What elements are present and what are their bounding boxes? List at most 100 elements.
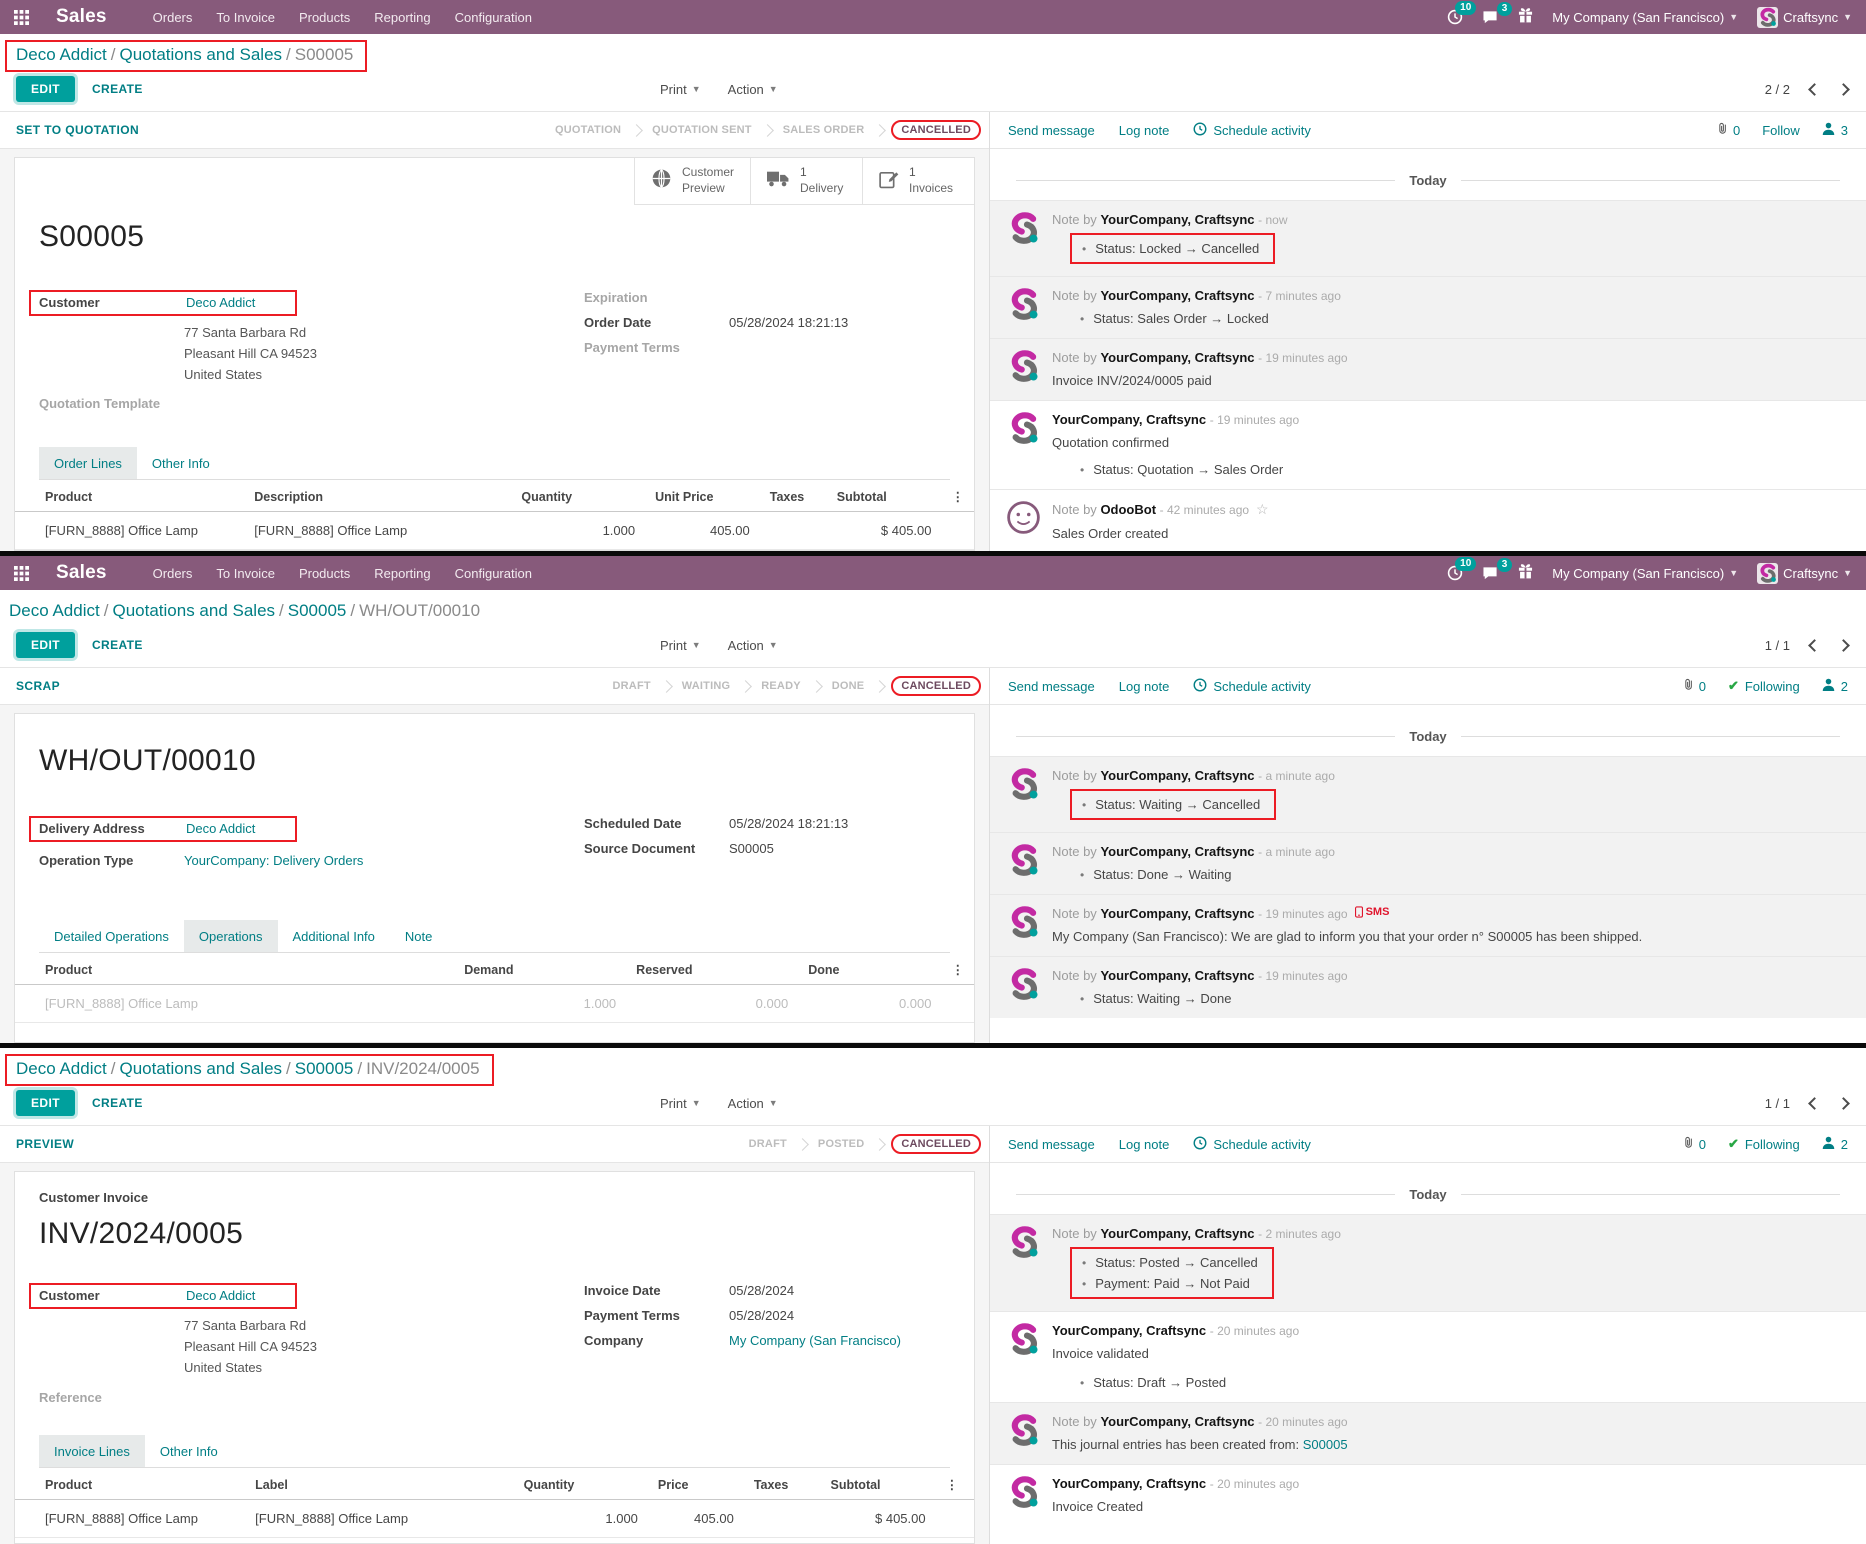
edit-button[interactable]: EDIT [16, 76, 75, 102]
log-note-button[interactable]: Log note [1119, 679, 1170, 694]
menu-configuration[interactable]: Configuration [443, 566, 544, 581]
tab-operations[interactable]: Operations [184, 920, 278, 952]
status-done[interactable]: DONE [821, 680, 876, 692]
status-quotation-sent[interactable]: QUOTATION SENT [641, 124, 763, 136]
followers-button[interactable]: 3 [1822, 122, 1848, 138]
customer-link[interactable]: Deco Addict [186, 1288, 255, 1303]
customer-preview-button[interactable]: CustomerPreview [635, 158, 750, 204]
delivery-address-link[interactable]: Deco Addict [186, 821, 255, 836]
menu-to-invoice[interactable]: To Invoice [204, 566, 287, 581]
breadcrumb-link-customer[interactable]: Deco Addict [16, 45, 107, 64]
user-menu[interactable]: Craftsync▼ [1757, 7, 1852, 28]
optional-columns-icon[interactable]: ⋮ [936, 1468, 974, 1500]
schedule-activity-button[interactable]: Schedule activity [1193, 122, 1311, 139]
menu-products[interactable]: Products [287, 566, 362, 581]
breadcrumb-link-quotations[interactable]: Quotations and Sales [119, 45, 282, 64]
breadcrumb-link-quotations[interactable]: Quotations and Sales [112, 601, 275, 620]
action-menu[interactable]: Action▼ [728, 82, 778, 97]
tab-note[interactable]: Note [390, 920, 447, 952]
messages-icon[interactable]: 3 [1482, 10, 1499, 25]
status-quotation[interactable]: QUOTATION [544, 124, 632, 136]
customer-link[interactable]: Deco Addict [186, 295, 255, 310]
send-message-button[interactable]: Send message [1008, 123, 1095, 138]
breadcrumb-link-customer[interactable]: Deco Addict [16, 1059, 107, 1078]
apps-menu-icon[interactable] [14, 10, 40, 25]
status-ready[interactable]: READY [750, 680, 812, 692]
company-link[interactable]: My Company (San Francisco) [729, 1333, 901, 1348]
prev-page-button[interactable] [1808, 1097, 1821, 1110]
menu-orders[interactable]: Orders [141, 566, 205, 581]
print-menu[interactable]: Print▼ [660, 638, 701, 653]
attachments-button[interactable]: 0 [1682, 677, 1706, 695]
company-switcher[interactable]: My Company (San Francisco)▼ [1552, 10, 1738, 25]
attachments-button[interactable]: 0 [1716, 121, 1740, 139]
status-draft[interactable]: DRAFT [602, 680, 662, 692]
print-menu[interactable]: Print▼ [660, 82, 701, 97]
activity-icon[interactable]: 10 [1447, 565, 1463, 581]
tab-order-lines[interactable]: Order Lines [39, 447, 137, 479]
status-draft[interactable]: DRAFT [738, 1138, 798, 1150]
gift-icon[interactable] [1518, 7, 1533, 28]
status-posted[interactable]: POSTED [807, 1138, 875, 1150]
menu-configuration[interactable]: Configuration [443, 10, 544, 25]
next-page-button[interactable] [1837, 1097, 1850, 1110]
breadcrumb-link-sale[interactable]: S00005 [288, 601, 347, 620]
source-order-link[interactable]: S00005 [1303, 1437, 1348, 1452]
company-switcher[interactable]: My Company (San Francisco)▼ [1552, 566, 1738, 581]
optional-columns-icon[interactable]: ⋮ [942, 953, 975, 985]
invoice-line-row[interactable]: [FURN_8888] Office Lamp [FURN_8888] Offi… [15, 1500, 974, 1538]
tab-detailed-operations[interactable]: Detailed Operations [39, 920, 184, 952]
tab-additional-info[interactable]: Additional Info [278, 920, 390, 952]
create-button[interactable]: CREATE [92, 1096, 143, 1110]
next-page-button[interactable] [1837, 639, 1850, 652]
prev-page-button[interactable] [1808, 639, 1821, 652]
breadcrumb-link-quotations[interactable]: Quotations and Sales [119, 1059, 282, 1078]
activity-icon[interactable]: 10 [1447, 9, 1463, 25]
breadcrumb-link-sale[interactable]: S00005 [295, 1059, 354, 1078]
operation-line-row[interactable]: [FURN_8888] Office Lamp 1.000 0.000 0.00… [15, 985, 974, 1023]
user-menu[interactable]: Craftsync▼ [1757, 563, 1852, 584]
gift-icon[interactable] [1518, 563, 1533, 584]
menu-orders[interactable]: Orders [141, 10, 205, 25]
menu-reporting[interactable]: Reporting [362, 566, 442, 581]
next-page-button[interactable] [1837, 83, 1850, 96]
apps-menu-icon[interactable] [14, 566, 40, 581]
send-message-button[interactable]: Send message [1008, 1137, 1095, 1152]
scrap-button[interactable]: SCRAP [16, 679, 60, 693]
preview-button[interactable]: PREVIEW [16, 1137, 74, 1151]
edit-button[interactable]: EDIT [16, 1090, 75, 1116]
invoices-smart-button[interactable]: 1Invoices [862, 158, 974, 204]
operation-type-link[interactable]: YourCompany: Delivery Orders [184, 853, 363, 868]
tab-invoice-lines[interactable]: Invoice Lines [39, 1435, 145, 1467]
followers-button[interactable]: 2 [1822, 678, 1848, 694]
print-menu[interactable]: Print▼ [660, 1096, 701, 1111]
create-button[interactable]: CREATE [92, 82, 143, 96]
send-message-button[interactable]: Send message [1008, 679, 1095, 694]
delivery-smart-button[interactable]: 1Delivery [750, 158, 862, 204]
following-button[interactable]: ✔Following [1728, 1136, 1800, 1152]
follow-button[interactable]: Follow [1762, 123, 1800, 138]
action-menu[interactable]: Action▼ [728, 1096, 778, 1111]
attachments-button[interactable]: 0 [1682, 1135, 1706, 1153]
menu-reporting[interactable]: Reporting [362, 10, 442, 25]
schedule-activity-button[interactable]: Schedule activity [1193, 1136, 1311, 1153]
log-note-button[interactable]: Log note [1119, 1137, 1170, 1152]
log-note-button[interactable]: Log note [1119, 123, 1170, 138]
schedule-activity-button[interactable]: Schedule activity [1193, 678, 1311, 695]
breadcrumb-link-customer[interactable]: Deco Addict [9, 601, 100, 620]
menu-products[interactable]: Products [287, 10, 362, 25]
edit-button[interactable]: EDIT [16, 632, 75, 658]
tab-other-info[interactable]: Other Info [137, 447, 225, 479]
prev-page-button[interactable] [1808, 83, 1821, 96]
order-line-row[interactable]: [FURN_8888] Office Lamp [FURN_8888] Offi… [15, 512, 974, 550]
action-menu[interactable]: Action▼ [728, 638, 778, 653]
star-icon[interactable]: ☆ [1256, 501, 1269, 517]
status-sales-order[interactable]: SALES ORDER [772, 124, 876, 136]
create-button[interactable]: CREATE [92, 638, 143, 652]
tab-other-info[interactable]: Other Info [145, 1435, 233, 1467]
menu-to-invoice[interactable]: To Invoice [204, 10, 287, 25]
optional-columns-icon[interactable]: ⋮ [942, 480, 975, 512]
status-waiting[interactable]: WAITING [671, 680, 741, 692]
followers-button[interactable]: 2 [1822, 1136, 1848, 1152]
following-button[interactable]: ✔Following [1728, 678, 1800, 694]
